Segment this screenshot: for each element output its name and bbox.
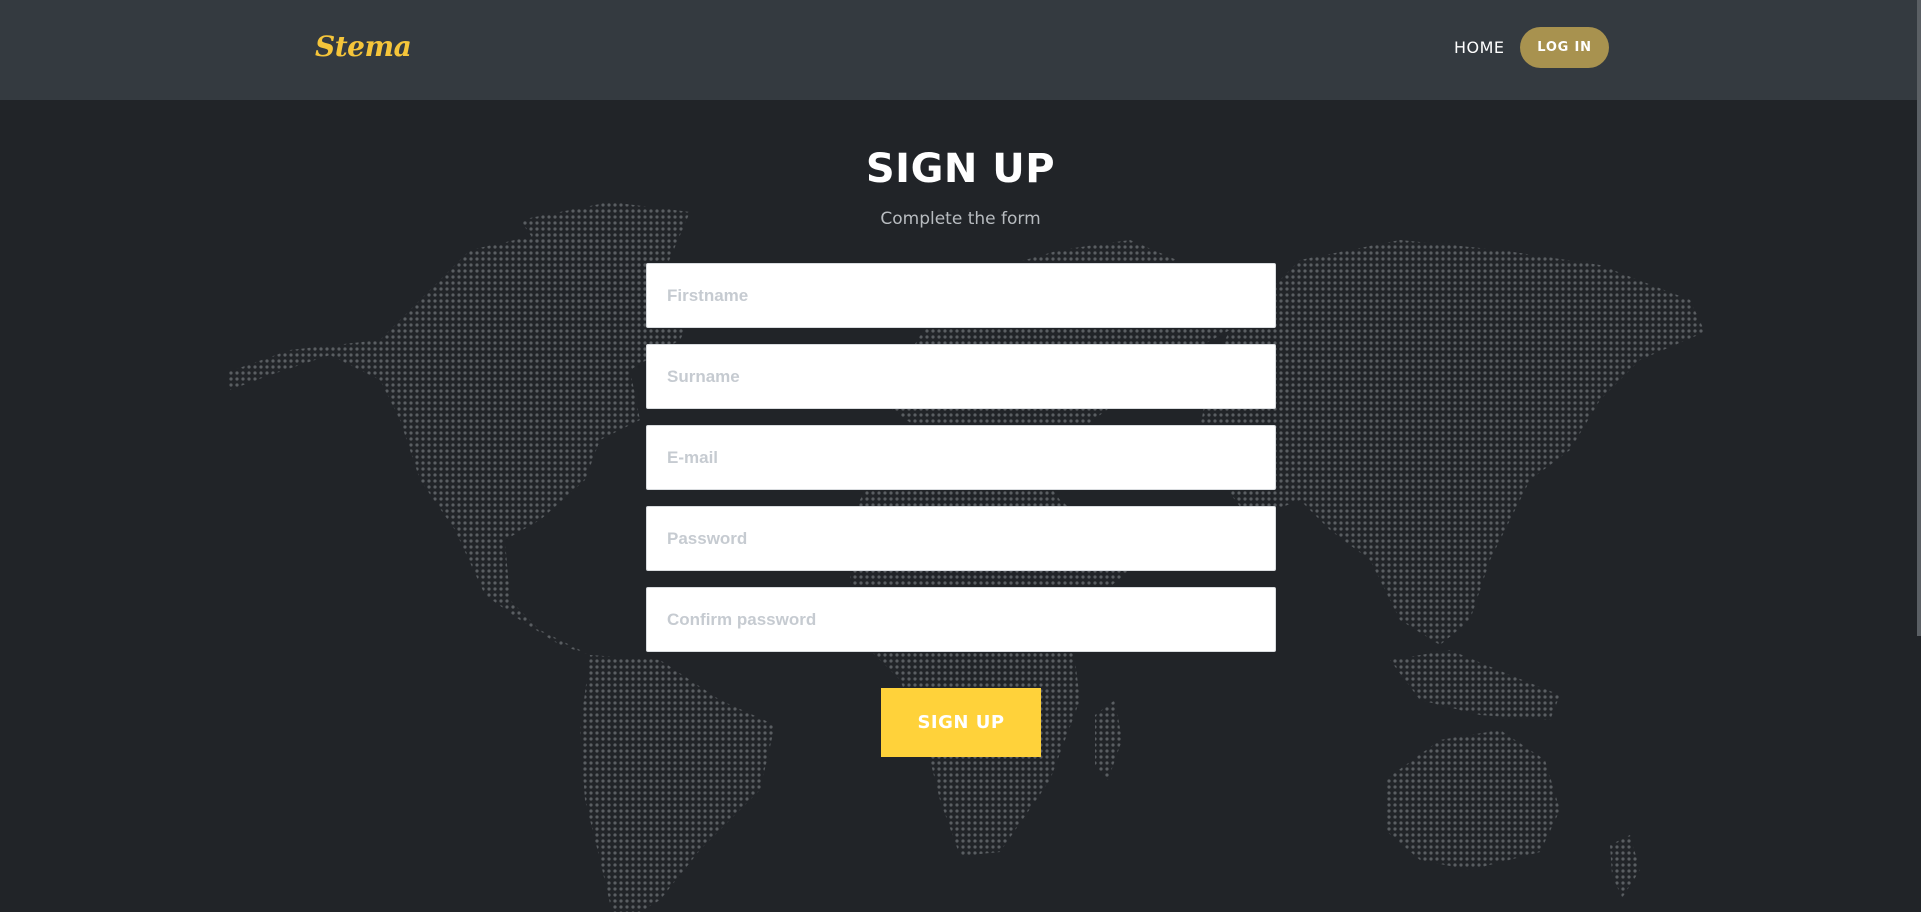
email-field[interactable] [646, 425, 1276, 490]
sign-up-button[interactable]: SIGN UP [881, 688, 1041, 757]
password-field[interactable] [646, 506, 1276, 571]
page-title: SIGN UP [865, 146, 1056, 192]
page-subtitle: Complete the form [880, 209, 1041, 229]
login-button[interactable]: LOG IN [1520, 27, 1609, 68]
confirm-password-field[interactable] [646, 587, 1276, 652]
top-navbar: Stema HOME LOG IN [0, 0, 1921, 100]
firstname-field[interactable] [646, 263, 1276, 328]
nav-home-link[interactable]: HOME [1454, 38, 1505, 57]
surname-field[interactable] [646, 344, 1276, 409]
brand-logo[interactable]: Stema [315, 30, 412, 63]
